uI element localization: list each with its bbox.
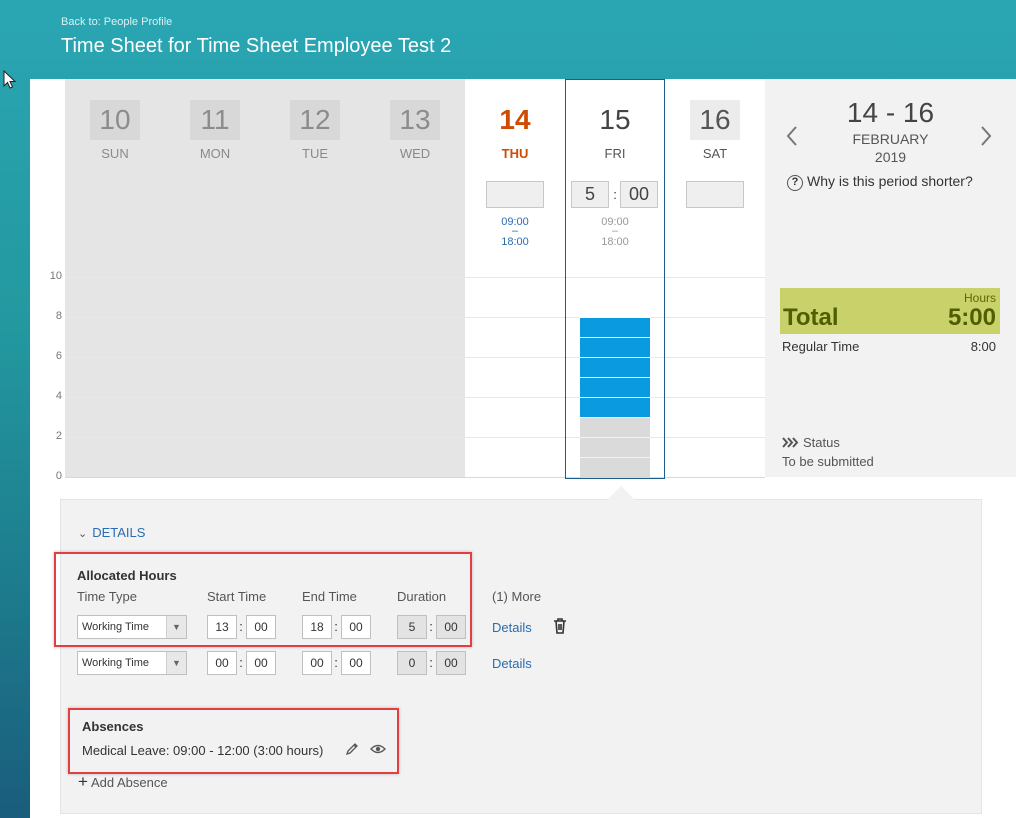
- why-period-shorter-link[interactable]: ? Why is this period shorter?: [787, 173, 973, 191]
- day-thu[interactable]: 14 THU 09:00 – 18:00: [465, 79, 565, 477]
- dropdown-arrow-icon: ▼: [166, 616, 186, 638]
- selected-day-outline: [565, 79, 665, 479]
- day-number: 13: [390, 100, 440, 140]
- day-sun[interactable]: 10 SUN: [65, 79, 165, 477]
- status-value: To be submitted: [782, 454, 874, 469]
- time-type-select[interactable]: Working Time ▼: [77, 615, 187, 639]
- regular-time-label: Regular Time: [782, 339, 860, 354]
- end-minute-input[interactable]: 00: [341, 651, 371, 675]
- end-minute-input[interactable]: 00: [341, 615, 371, 639]
- time-type-value: Working Time: [82, 657, 150, 669]
- eye-icon[interactable]: [370, 743, 386, 755]
- page-title: Time Sheet for Time Sheet Employee Test …: [61, 35, 452, 57]
- day-number: 12: [290, 100, 340, 140]
- end-hour-input[interactable]: 00: [302, 651, 332, 675]
- time-separator: :: [334, 655, 338, 670]
- duration-minute-value: 00: [436, 615, 466, 639]
- day-name: SAT: [702, 146, 728, 161]
- period-year: 2019: [874, 149, 907, 165]
- absence-entry: Medical Leave: 09:00 - 12:00 (3:00 hours…: [82, 743, 324, 758]
- start-hour-input[interactable]: 00: [207, 651, 237, 675]
- day-number-today: 14: [499, 104, 531, 135]
- thu-end-time: 18:00: [501, 236, 529, 248]
- day-name: MON: [199, 146, 231, 161]
- time-separator: :: [334, 619, 338, 634]
- details-toggle-label: DETAILS: [92, 525, 146, 540]
- y-tick-label: 10: [49, 270, 62, 282]
- day-wed[interactable]: 13 WED: [365, 79, 465, 477]
- duration-minute-value: 00: [436, 651, 466, 675]
- details-pointer: [607, 486, 635, 500]
- chevron-down-icon: ⌄: [78, 528, 88, 540]
- y-tick-label: 6: [55, 350, 62, 362]
- page-header: Back to: People Profile Time Sheet for T…: [0, 0, 1016, 80]
- y-tick-label: 4: [55, 390, 62, 402]
- time-separator: :: [239, 619, 243, 634]
- col-header-start-time: Start Time: [207, 589, 267, 604]
- status-label-text: Status: [803, 435, 840, 450]
- dropdown-arrow-icon: ▼: [166, 652, 186, 674]
- plus-icon: +: [78, 772, 88, 791]
- sat-hours-input[interactable]: [686, 181, 744, 208]
- y-tick-label: 0: [55, 470, 62, 482]
- day-tue[interactable]: 12 TUE: [265, 79, 365, 477]
- day-name: TUE: [302, 146, 328, 161]
- pencil-icon[interactable]: [345, 742, 359, 756]
- day-number: 16: [690, 100, 740, 140]
- thu-hours-input[interactable]: [486, 181, 544, 208]
- chevrons-right-icon: [782, 437, 799, 448]
- absences-heading: Absences: [82, 719, 144, 734]
- day-mon[interactable]: 11 MON: [165, 79, 265, 477]
- more-entries-label[interactable]: (1) More: [492, 589, 541, 604]
- timesheet-card: 10 8 6 4 2 0 10 SUN 11 MON 12 TUE 13 WED…: [30, 79, 1016, 818]
- duration-hour-value: 5: [397, 615, 427, 639]
- time-separator: :: [239, 655, 243, 670]
- time-type-select[interactable]: Working Time ▼: [77, 651, 187, 675]
- start-hour-input[interactable]: 13: [207, 615, 237, 639]
- y-tick-label: 2: [55, 430, 62, 442]
- day-name: SUN: [101, 146, 129, 161]
- regular-time-value: 8:00: [970, 339, 996, 354]
- duration-hour-value: 0: [397, 651, 427, 675]
- col-header-end-time: End Time: [302, 589, 357, 604]
- time-separator: :: [429, 619, 433, 634]
- add-absence-label: Add Absence: [90, 775, 168, 790]
- day-number: 10: [90, 100, 140, 140]
- start-minute-input[interactable]: 00: [246, 615, 276, 639]
- day-number: 11: [190, 100, 240, 140]
- help-icon: ?: [787, 175, 803, 191]
- mouse-cursor-icon: [3, 70, 17, 89]
- row-details-link[interactable]: Details: [492, 656, 532, 671]
- trash-icon[interactable]: [552, 617, 568, 635]
- back-link[interactable]: Back to: People Profile: [61, 16, 172, 28]
- start-minute-input[interactable]: 00: [246, 651, 276, 675]
- why-link-label: Why is this period shorter?: [807, 173, 973, 189]
- allocated-hours-heading: Allocated Hours: [77, 568, 177, 583]
- time-separator: :: [429, 655, 433, 670]
- status-label: Status: [782, 435, 840, 450]
- hours-label: Hours: [963, 291, 996, 305]
- period-summary-panel: 14 - 16 FEBRUARY 2019 ? Why is this perio…: [765, 79, 1016, 477]
- time-type-value: Working Time: [82, 621, 150, 633]
- day-name-today: THU: [501, 146, 529, 161]
- add-absence-button[interactable]: + Add Absence: [78, 772, 168, 792]
- details-toggle[interactable]: ⌄ DETAILS: [78, 525, 145, 540]
- total-value: 5:00: [947, 304, 996, 331]
- total-hours-box: Hours Total 5:00: [780, 288, 1000, 334]
- row-details-link[interactable]: Details: [492, 620, 532, 635]
- end-hour-input[interactable]: 18: [302, 615, 332, 639]
- day-sat[interactable]: 16 SAT: [665, 79, 765, 477]
- col-header-time-type: Time Type: [77, 589, 137, 604]
- total-label: Total: [783, 304, 839, 331]
- chevron-right-icon[interactable]: [979, 125, 993, 147]
- col-header-duration: Duration: [397, 589, 447, 604]
- y-tick-label: 8: [55, 310, 62, 322]
- day-name: WED: [399, 146, 431, 161]
